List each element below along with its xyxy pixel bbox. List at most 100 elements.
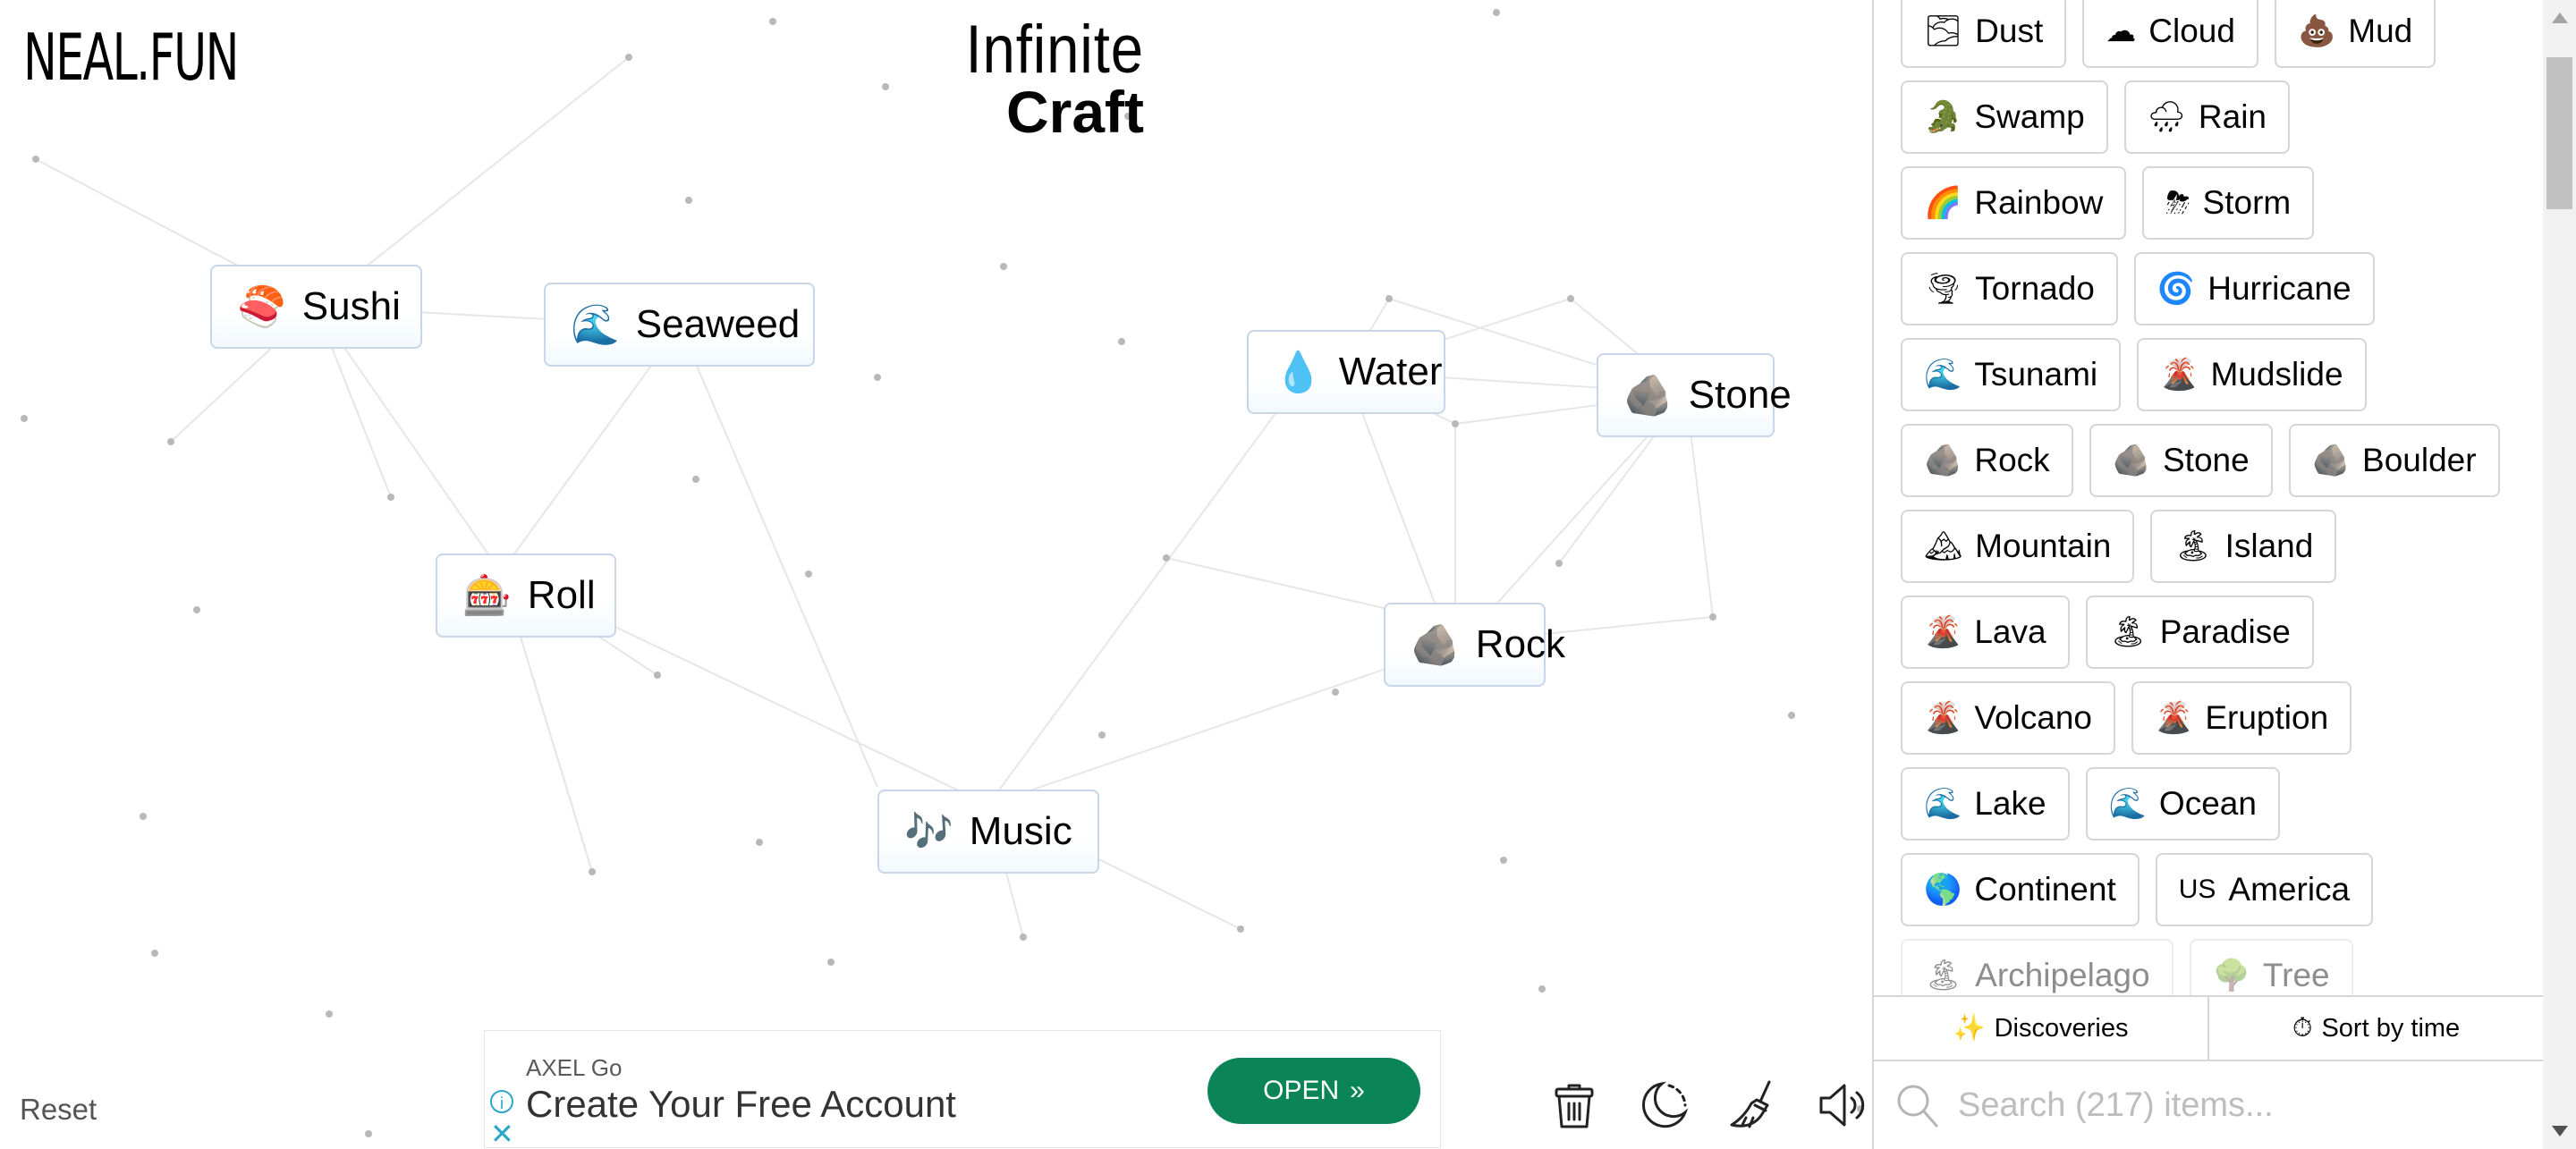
sidebar-row: 🌊 Lake 🌊 Ocean xyxy=(1901,767,2280,841)
sidebar-item-paradise[interactable]: 🏝 Paradise xyxy=(2085,596,2314,669)
sidebar-item-mudslide[interactable]: 🌋 Mudslide xyxy=(2137,338,2367,411)
item-emoji-icon: 🌎 xyxy=(1924,873,1962,907)
sidebar-item-rainbow[interactable]: 🌈 Rainbow xyxy=(1901,166,2127,240)
item-label: Tree xyxy=(2262,957,2330,993)
background-dot xyxy=(654,672,661,679)
wave-icon: 🌊 xyxy=(571,303,620,347)
sidebar-row: 🌈 Rainbow ⛈ Storm xyxy=(1901,166,2315,240)
sidebar-item-tsunami[interactable]: 🌊 Tsunami xyxy=(1901,338,2122,411)
canvas-item-seaweed[interactable]: 🌊 Seaweed xyxy=(544,283,815,367)
droplet-icon: 💧 xyxy=(1274,351,1323,394)
background-dot xyxy=(1538,985,1546,993)
scrollbar-thumb[interactable] xyxy=(2546,57,2572,209)
sidebar-row: 🏝 Archipelago 🌳 Tree xyxy=(1901,939,2353,995)
sidebar-item-mountain[interactable]: 🏔 Mountain xyxy=(1901,510,2135,583)
background-dot xyxy=(21,415,28,422)
background-dot xyxy=(1788,712,1795,719)
background-dot xyxy=(589,868,596,875)
item-label: Hurricane xyxy=(2207,270,2351,307)
sidebar-item-america[interactable]: US America xyxy=(2155,853,2374,926)
background-dot xyxy=(387,494,394,501)
item-emoji-icon: ☁ xyxy=(2106,14,2137,48)
trash-icon[interactable] xyxy=(1547,1078,1601,1132)
item-label: Cloud xyxy=(2148,13,2235,49)
sidebar-item-lava[interactable]: 🌋 Lava xyxy=(1901,596,2070,669)
items-list[interactable]: 🌫 Dust ☁ Cloud 💩 Mud 🐊 Swamp 🌧 Rain 🌈 Rainbow ⛈ Storm… xyxy=(1874,0,2543,995)
ad-close-icon[interactable]: ✕ xyxy=(490,1117,514,1149)
item-emoji-icon: 🏝 xyxy=(2174,529,2213,563)
scroll-down-arrow-icon[interactable] xyxy=(2552,1126,2568,1136)
discoveries-label: Discoveries xyxy=(1994,1013,2129,1043)
background-dot xyxy=(151,950,158,957)
item-label: Boulder xyxy=(2362,442,2477,478)
canvas-item-stone[interactable]: 🪨 Stone xyxy=(1597,353,1792,437)
sidebar-item-tornado[interactable]: 🌪 Tornado xyxy=(1901,252,2118,325)
canvas-item-roll[interactable]: 🎰 Roll xyxy=(436,553,616,638)
canvas-item-rock[interactable]: 🪨 Rock xyxy=(1384,603,1565,687)
sidebar-item-hurricane[interactable]: 🌀 Hurricane xyxy=(2133,252,2375,325)
background-dot xyxy=(692,476,699,483)
background-dot xyxy=(193,606,200,613)
sidebar-item-archipelago[interactable]: 🏝 Archipelago xyxy=(1901,939,2174,995)
background-dot xyxy=(1493,9,1500,16)
item-label: Volcano xyxy=(1974,699,2093,736)
canvas-item-water[interactable]: 💧 Water xyxy=(1247,330,1445,414)
sidebar-scrollbar[interactable] xyxy=(2543,0,2576,1149)
canvas-item-music[interactable]: 🎶 Music xyxy=(877,790,1099,874)
sidebar-item-eruption[interactable]: 🌋 Eruption xyxy=(2131,681,2352,755)
sidebar-item-boulder[interactable]: 🪨 Boulder xyxy=(2288,424,2500,497)
sidebar-row: 🌋 Volcano 🌋 Eruption xyxy=(1901,681,2352,755)
broom-clear-icon[interactable] xyxy=(1726,1078,1780,1132)
sidebar-item-continent[interactable]: 🌎 Continent xyxy=(1901,853,2140,926)
craft-canvas[interactable]: NEAL.FUN Infinite Craft 🍣 Sushi 🌊 Seawee… xyxy=(0,0,1872,1149)
sort-label: Sort by time xyxy=(2321,1013,2461,1043)
sidebar-item-swamp[interactable]: 🐊 Swamp xyxy=(1901,80,2108,154)
sidebar-item-ocean[interactable]: 🌊 Ocean xyxy=(2085,767,2280,841)
ad-open-button[interactable]: OPEN » xyxy=(1208,1058,1420,1124)
item-label: Roll xyxy=(527,573,596,617)
search-icon xyxy=(1897,1085,1938,1128)
item-label: Mud xyxy=(2348,13,2413,49)
item-label: Continent xyxy=(1974,871,2116,908)
sidebar-item-volcano[interactable]: 🌋 Volcano xyxy=(1901,681,2116,755)
sidebar-item-cloud[interactable]: ☁ Cloud xyxy=(2082,0,2258,68)
item-label: Paradise xyxy=(2159,613,2291,650)
sidebar-item-lake[interactable]: 🌊 Lake xyxy=(1901,767,2070,841)
ad-headline[interactable]: Create Your Free Account xyxy=(526,1083,956,1126)
sidebar-row: 🌫 Dust ☁ Cloud 💩 Mud xyxy=(1901,0,2436,68)
sidebar-item-island[interactable]: 🏝 Island xyxy=(2150,510,2337,583)
sidebar-item-storm[interactable]: ⛈ Storm xyxy=(2142,166,2315,240)
item-label: Rock xyxy=(1475,622,1566,666)
dark-mode-moon-icon[interactable] xyxy=(1637,1078,1690,1132)
background-dot xyxy=(1000,263,1007,270)
sort-by-time-button[interactable]: ⏱ Sort by time xyxy=(2207,997,2543,1060)
sidebar-item-stone[interactable]: 🪨 Stone xyxy=(2089,424,2273,497)
item-emoji-icon: 🌳 xyxy=(2212,959,2250,993)
connection-line xyxy=(987,375,1304,806)
item-emoji-icon: US xyxy=(2178,874,2216,904)
sidebar-item-rock[interactable]: 🪨 Rock xyxy=(1901,424,2073,497)
sidebar-row: 🏔 Mountain 🏝 Island xyxy=(1901,510,2337,583)
sidebar-item-mud[interactable]: 💩 Mud xyxy=(2274,0,2436,68)
reset-button[interactable]: Reset xyxy=(20,1093,97,1127)
scroll-up-arrow-icon[interactable] xyxy=(2552,13,2568,23)
item-emoji-icon: 🐊 xyxy=(1924,100,1962,134)
search-input[interactable] xyxy=(1956,1085,2461,1126)
sidebar-item-tree[interactable]: 🌳 Tree xyxy=(2189,939,2353,995)
sidebar-item-rain[interactable]: 🌧 Rain xyxy=(2123,80,2291,154)
item-label: Archipelago xyxy=(1975,957,2150,993)
item-label: Rain xyxy=(2198,98,2267,135)
item-label: Sushi xyxy=(301,284,401,328)
sound-speaker-icon[interactable] xyxy=(1816,1078,1869,1132)
neal-fun-logo[interactable]: NEAL.FUN xyxy=(23,20,239,95)
item-emoji-icon: 🌧 xyxy=(2147,100,2186,134)
ad-info-icon[interactable]: i xyxy=(490,1090,513,1113)
item-label: Island xyxy=(2224,528,2314,564)
item-emoji-icon: 🪨 xyxy=(1924,444,1962,477)
sidebar-row: 🌎 Continent US America xyxy=(1901,853,2374,926)
canvas-item-sushi[interactable]: 🍣 Sushi xyxy=(210,265,422,349)
item-label: Rainbow xyxy=(1974,184,2104,221)
discoveries-button[interactable]: ✨ Discoveries xyxy=(1874,997,2207,1060)
ad-banner[interactable]: AXEL Go Create Your Free Account i ✕ OPE… xyxy=(484,1030,1441,1149)
sidebar-item-dust[interactable]: 🌫 Dust xyxy=(1901,0,2067,68)
